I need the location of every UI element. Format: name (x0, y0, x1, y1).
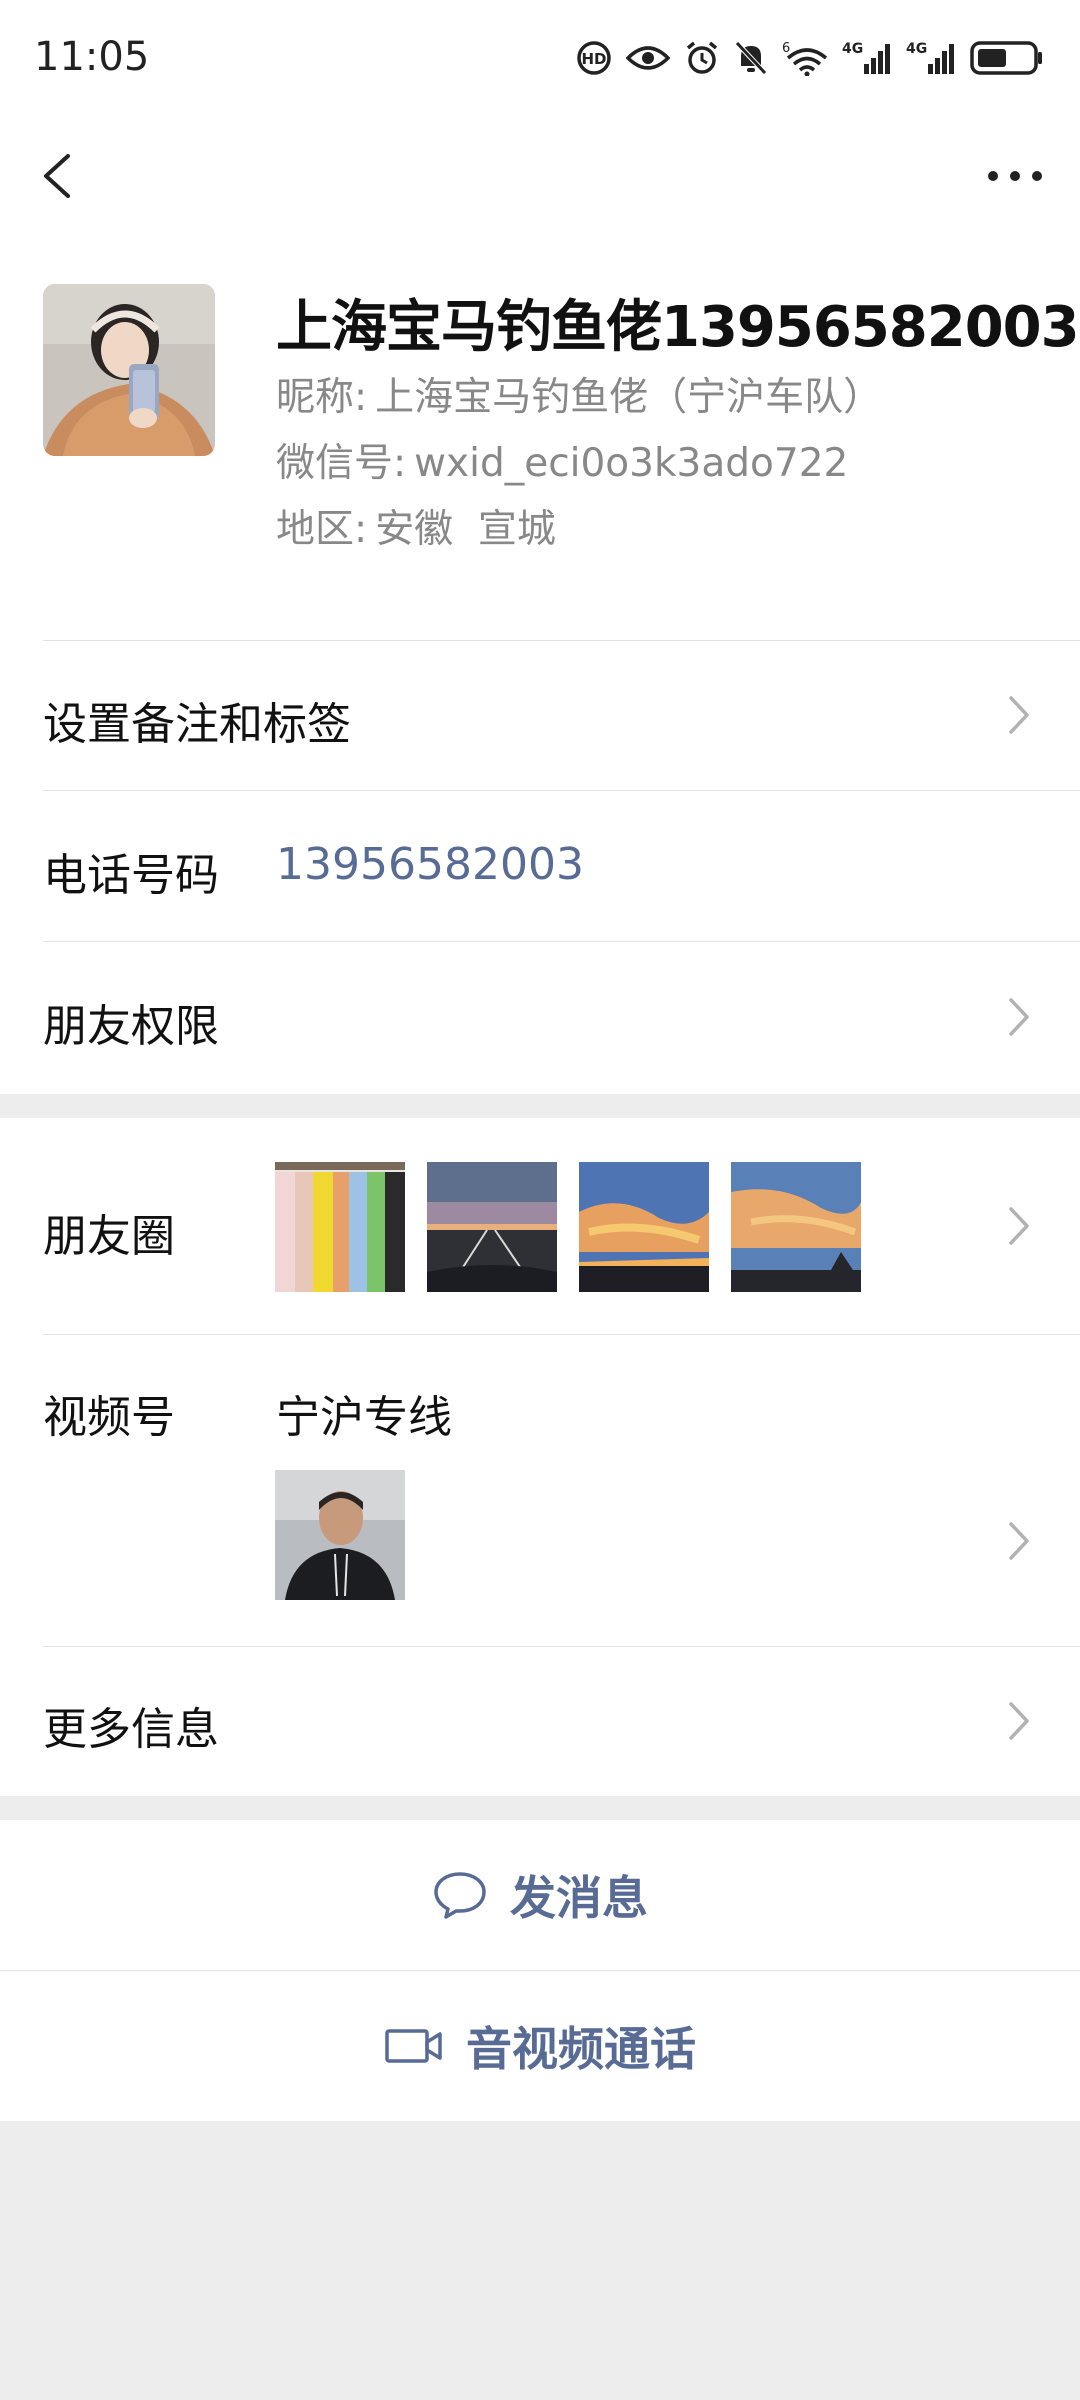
wechat-id-value[interactable]: wxid_eci0o3k3ado722 (414, 441, 848, 486)
phone-label: 电话号码 (43, 850, 219, 901)
nickname-line: 昵称: 上海宝马钓鱼佬（宁沪车队） (276, 366, 882, 422)
signal-4g-icon: 4G (906, 41, 954, 74)
video-call-label: 音视频通话 (466, 2022, 696, 2076)
channel-name: 宁沪专线 (276, 1392, 452, 1443)
moments-label: 朋友圈 (43, 1211, 175, 1262)
nickname-value: 上海宝马钓鱼佬（宁沪车队） (375, 375, 883, 420)
wifi-badge: 6 (782, 41, 790, 56)
phone-number-link[interactable]: 13956582003 (276, 839, 584, 890)
hd-call-icon: HD (577, 41, 611, 75)
network-type: 4G (906, 41, 927, 57)
status-time: 11:05 (34, 34, 150, 80)
moments-thumbnail (579, 1162, 709, 1292)
region-label: 地区: (276, 507, 368, 552)
region-value: 安徽 宣城 (375, 507, 556, 552)
wechat-id-label: 微信号: (276, 441, 407, 486)
battery-icon (970, 41, 1042, 75)
alarm-icon (686, 41, 718, 74)
region-line: 地区: 安徽 宣城 (276, 498, 556, 554)
chat-bubble-icon (434, 1872, 486, 1919)
mute-icon (735, 41, 767, 75)
video-camera-icon (385, 2029, 442, 2063)
eye-icon (626, 46, 670, 70)
name-row: 上海宝马钓鱼佬13956582003 (276, 282, 1080, 363)
top-nav (0, 116, 1080, 236)
channel-thumbnail (275, 1470, 405, 1600)
avatar[interactable] (43, 284, 215, 456)
channels-label: 视频号 (43, 1392, 175, 1443)
back-icon[interactable] (32, 146, 92, 206)
moments-row[interactable]: 朋友圈 (0, 1118, 1080, 1334)
profile-card: 上海宝马钓鱼佬13956582003 昵称: 上海宝马钓鱼佬（宁沪车队） 微信号:… (0, 236, 1080, 640)
video-call-button[interactable]: 音视频通话 (0, 1971, 1080, 2121)
more-info-label: 更多信息 (43, 1704, 219, 1755)
moments-thumbnail (427, 1162, 557, 1292)
send-message-button[interactable]: 发消息 (0, 1820, 1080, 1970)
chevron-right-icon (1009, 998, 1029, 1036)
wechat-id-line: 微信号: wxid_eci0o3k3ado722 (276, 432, 848, 488)
send-message-label: 发消息 (510, 1871, 648, 1925)
chevron-right-icon (1009, 1702, 1029, 1740)
social-section: 朋友圈 视频号 宁沪专线 更多信息 (0, 1118, 1080, 1796)
display-name: 上海宝马钓鱼佬13956582003 (276, 295, 1080, 360)
channels-row[interactable]: 视频号 宁沪专线 (0, 1335, 1080, 1645)
wifi-icon: 6 (782, 41, 828, 76)
network-type: 4G (842, 41, 863, 57)
phone-row: 电话号码 13956582003 (0, 791, 1080, 941)
signal-4g-icon: 4G (842, 41, 890, 74)
remark-label: 设置备注和标签 (43, 699, 351, 750)
chevron-right-icon (1009, 1207, 1029, 1245)
chevron-right-icon (1009, 696, 1029, 734)
more-info-row[interactable]: 更多信息 (0, 1647, 1080, 1796)
more-dots-icon[interactable] (980, 146, 1050, 206)
permission-label: 朋友权限 (43, 1001, 219, 1052)
remark-row[interactable]: 设置备注和标签 (0, 640, 1080, 790)
status-icons: HD 6 4G 4G (576, 36, 1044, 80)
status-bar: 11:05 HD 6 4G 4G (0, 0, 1080, 116)
chevron-right-icon (1009, 1522, 1029, 1560)
moments-thumbnail (275, 1162, 405, 1292)
contact-settings-section: 设置备注和标签 电话号码 13956582003 朋友权限 (0, 640, 1080, 1094)
permission-row[interactable]: 朋友权限 (0, 942, 1080, 1092)
moments-thumbnail (731, 1162, 861, 1292)
svg-text:HD: HD (581, 50, 606, 68)
nickname-label: 昵称: (276, 375, 368, 420)
